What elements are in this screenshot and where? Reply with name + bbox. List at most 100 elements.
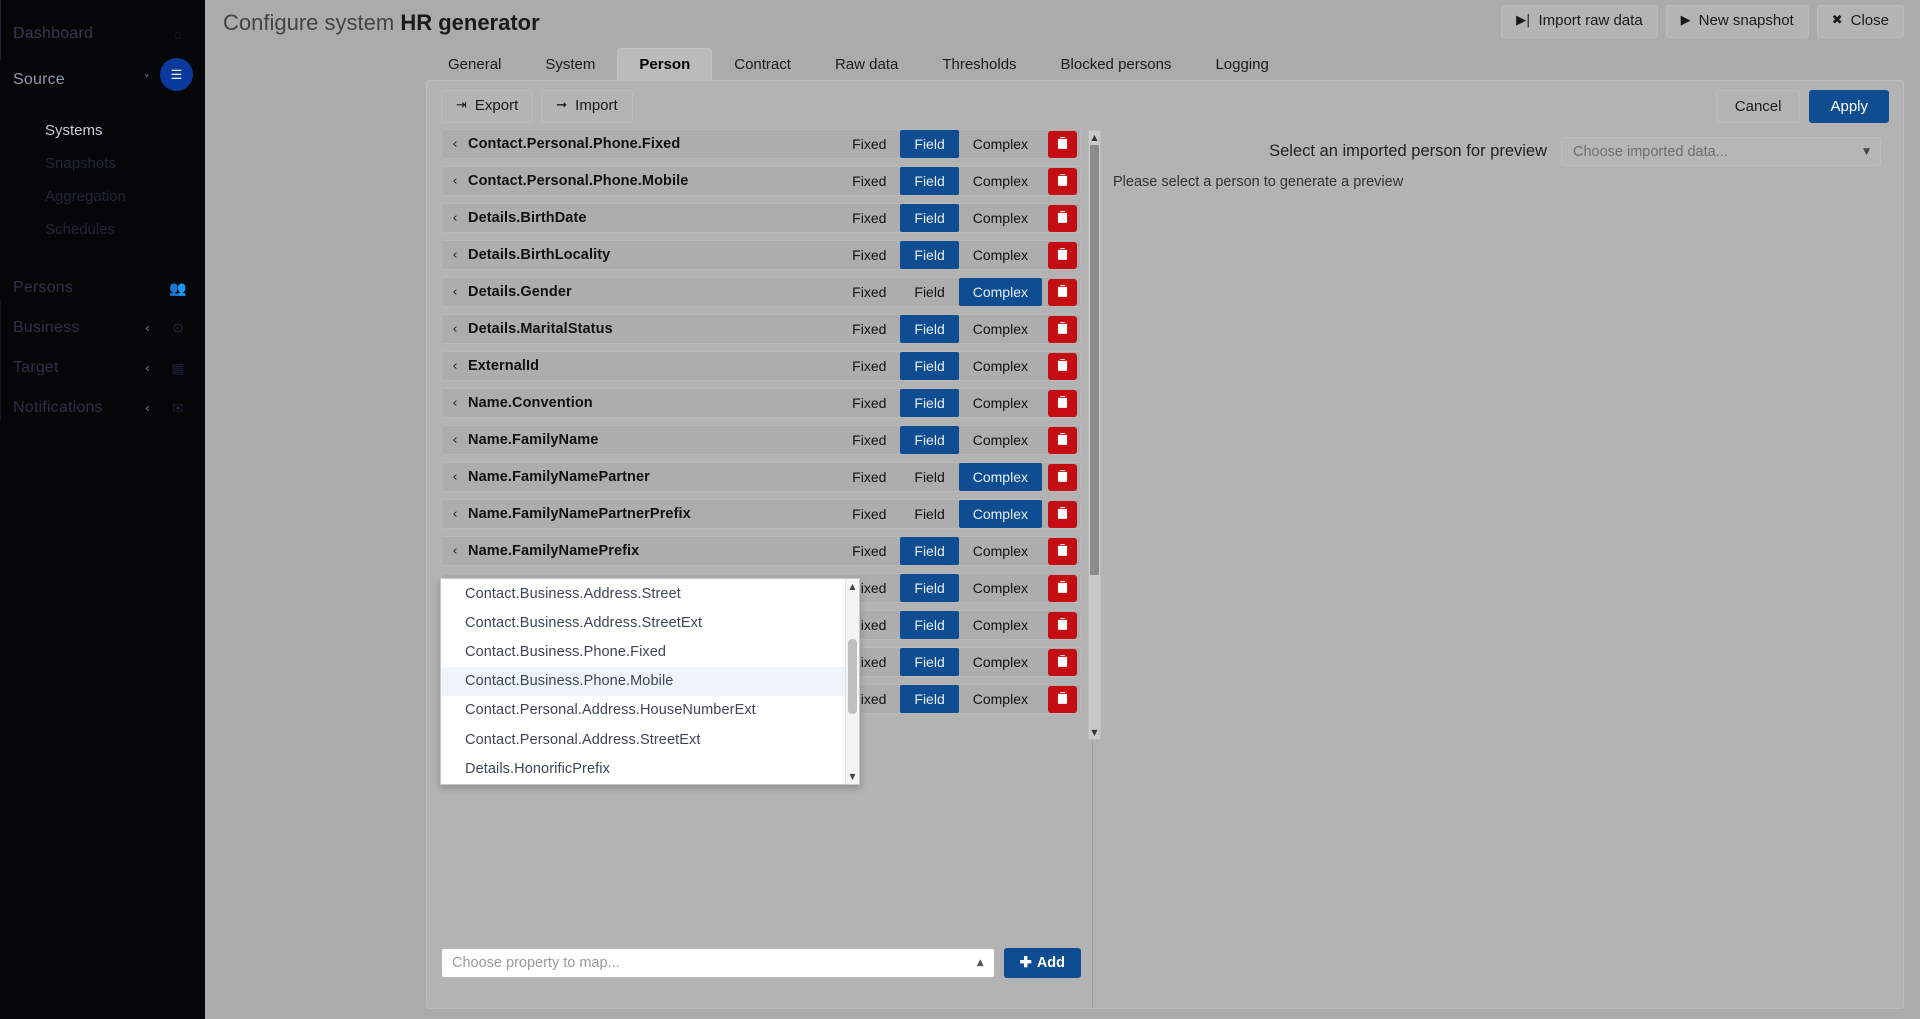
expand-chevron-icon[interactable]: ‹ (442, 359, 468, 374)
table-row[interactable]: ‹ Details.BirthDate Fixed Field Complex (441, 203, 1081, 233)
dropdown-option[interactable]: Contact.Personal.Address.StreetExt (441, 725, 845, 754)
sidebar-item-notifications[interactable]: Notifications ‹ ✉ (0, 388, 205, 428)
mode-complex-button[interactable]: Complex (959, 389, 1042, 417)
expand-chevron-icon[interactable]: ‹ (442, 433, 468, 448)
table-row[interactable]: ‹ Name.FamilyNamePartner Fixed Field Complex (441, 462, 1081, 492)
mode-fixed-button[interactable]: Fixed (838, 278, 900, 306)
import-raw-data-button[interactable]: ▶| Import raw data (1501, 5, 1658, 38)
mode-complex-button[interactable]: Complex (959, 537, 1042, 565)
mode-field-button[interactable]: Field (900, 389, 959, 417)
mode-complex-button[interactable]: Complex (959, 130, 1042, 158)
mode-field-button[interactable]: Field (900, 574, 959, 602)
dropdown-option[interactable]: Details.HonorificPrefix (441, 754, 845, 783)
mode-complex-button[interactable]: Complex (959, 574, 1042, 602)
table-row[interactable]: ‹ Details.Gender Fixed Field Complex (441, 277, 1081, 307)
close-button[interactable]: ✖ Close (1816, 5, 1904, 38)
property-dropdown[interactable]: Contact.Business.Address.Street Contact.B… (440, 578, 860, 785)
tab-system[interactable]: System (523, 48, 617, 80)
imported-person-select[interactable]: Choose imported data... ▼ (1561, 137, 1881, 166)
mode-fixed-button[interactable]: Fixed (838, 204, 900, 232)
expand-chevron-icon[interactable]: ‹ (442, 470, 468, 485)
expand-chevron-icon[interactable]: ‹ (442, 396, 468, 411)
mode-field-button[interactable]: Field (900, 352, 959, 380)
mode-complex-button[interactable]: Complex (959, 611, 1042, 639)
property-combobox[interactable]: Choose property to map... ▲ (441, 948, 995, 978)
delete-row-button[interactable] (1048, 315, 1077, 343)
sidebar-item-systems[interactable]: Systems (0, 114, 205, 147)
mode-complex-button[interactable]: Complex (959, 685, 1042, 713)
expand-chevron-icon[interactable]: ‹ (442, 137, 468, 152)
delete-row-button[interactable] (1048, 500, 1077, 528)
delete-row-button[interactable] (1048, 130, 1077, 158)
sidebar-item-persons[interactable]: Persons 👥 (0, 268, 205, 308)
delete-row-button[interactable] (1048, 352, 1077, 380)
dropdown-option[interactable]: Contact.Business.Address.Street (441, 579, 845, 608)
mode-fixed-button[interactable]: Fixed (838, 500, 900, 528)
scroll-down-icon[interactable]: ▼ (846, 770, 859, 783)
expand-chevron-icon[interactable]: ‹ (442, 544, 468, 559)
tab-blocked-persons[interactable]: Blocked persons (1039, 48, 1194, 80)
mode-field-button[interactable]: Field (900, 537, 959, 565)
mode-complex-button[interactable]: Complex (958, 500, 1042, 528)
tab-general[interactable]: General (426, 48, 523, 80)
mode-field-button[interactable]: Field (900, 463, 958, 491)
dropdown-option[interactable]: Contact.Business.Phone.Fixed (441, 637, 845, 666)
scrollbar-thumb[interactable] (848, 639, 857, 714)
expand-chevron-icon[interactable]: ‹ (442, 211, 468, 226)
mode-complex-button[interactable]: Complex (958, 463, 1042, 491)
delete-row-button[interactable] (1048, 167, 1077, 195)
mode-fixed-button[interactable]: Fixed (838, 130, 900, 158)
expand-chevron-icon[interactable]: ‹ (442, 322, 468, 337)
mode-complex-button[interactable]: Complex (959, 648, 1042, 676)
mode-field-button[interactable]: Field (900, 241, 959, 269)
mode-fixed-button[interactable]: Fixed (838, 241, 900, 269)
sidebar-item-target[interactable]: Target ‹ ▦ (0, 348, 205, 388)
table-row[interactable]: ‹ Name.Convention Fixed Field Complex (441, 388, 1081, 418)
mode-field-button[interactable]: Field (900, 315, 959, 343)
delete-row-button[interactable] (1048, 685, 1077, 713)
sidebar-item-schedules[interactable]: Schedules (0, 213, 205, 246)
mode-field-button[interactable]: Field (900, 500, 958, 528)
delete-row-button[interactable] (1048, 537, 1077, 565)
mode-fixed-button[interactable]: Fixed (838, 537, 900, 565)
export-button[interactable]: ⇥ Export (441, 90, 534, 123)
mode-field-button[interactable]: Field (900, 426, 959, 454)
delete-row-button[interactable] (1048, 204, 1077, 232)
mode-complex-button[interactable]: Complex (959, 352, 1042, 380)
mode-field-button[interactable]: Field (900, 204, 959, 232)
dropdown-option[interactable]: Contact.Personal.Address.HouseNumberExt (441, 696, 845, 725)
tab-contract[interactable]: Contract (712, 48, 813, 80)
delete-row-button[interactable] (1048, 389, 1077, 417)
table-row[interactable]: ‹ ExternalId Fixed Field Complex (441, 351, 1081, 381)
mode-fixed-button[interactable]: Fixed (838, 315, 900, 343)
table-row[interactable]: ‹ Contact.Personal.Phone.Mobile Fixed Field… (441, 166, 1081, 196)
delete-row-button[interactable] (1048, 463, 1077, 491)
mode-complex-button[interactable]: Complex (959, 426, 1042, 454)
mode-complex-button[interactable]: Complex (959, 204, 1042, 232)
sidebar-item-snapshots[interactable]: Snapshots (0, 147, 205, 180)
table-row[interactable]: ‹ Details.BirthLocality Fixed Field Complex (441, 240, 1081, 270)
dropdown-option[interactable]: Contact.Business.Address.StreetExt (441, 608, 845, 637)
mode-complex-button[interactable]: Complex (959, 167, 1042, 195)
mode-fixed-button[interactable]: Fixed (838, 389, 900, 417)
table-row[interactable]: ‹ Details.MaritalStatus Fixed Field Complex (441, 314, 1081, 344)
dropdown-scrollbar[interactable]: ▲ ▼ (845, 579, 859, 784)
expand-chevron-icon[interactable]: ‹ (442, 285, 468, 300)
dropdown-option[interactable]: Contact.Business.Phone.Mobile (441, 666, 845, 696)
sidebar-item-business[interactable]: Business ‹ ⚙ (0, 308, 205, 348)
table-row[interactable]: ‹ Name.FamilyNamePrefix Fixed Field Complex (441, 536, 1081, 566)
mode-field-button[interactable]: Field (900, 685, 959, 713)
add-button[interactable]: ✚ Add (1003, 948, 1081, 978)
table-row[interactable]: ‹ Name.FamilyName Fixed Field Complex (441, 425, 1081, 455)
delete-row-button[interactable] (1048, 426, 1077, 454)
table-row[interactable]: ‹ Name.FamilyNamePartnerPrefix Fixed Field C… (441, 499, 1081, 529)
expand-chevron-icon[interactable]: ‹ (442, 174, 468, 189)
apply-button[interactable]: Apply (1809, 90, 1889, 123)
scroll-up-icon[interactable]: ▲ (846, 580, 859, 593)
delete-row-button[interactable] (1048, 241, 1077, 269)
mode-complex-button[interactable]: Complex (959, 315, 1042, 343)
mode-field-button[interactable]: Field (900, 611, 959, 639)
table-row[interactable]: ‹ Contact.Personal.Phone.Fixed Fixed Field C… (441, 129, 1081, 159)
mode-field-button[interactable]: Field (900, 648, 959, 676)
expand-chevron-icon[interactable]: ‹ (442, 507, 468, 522)
